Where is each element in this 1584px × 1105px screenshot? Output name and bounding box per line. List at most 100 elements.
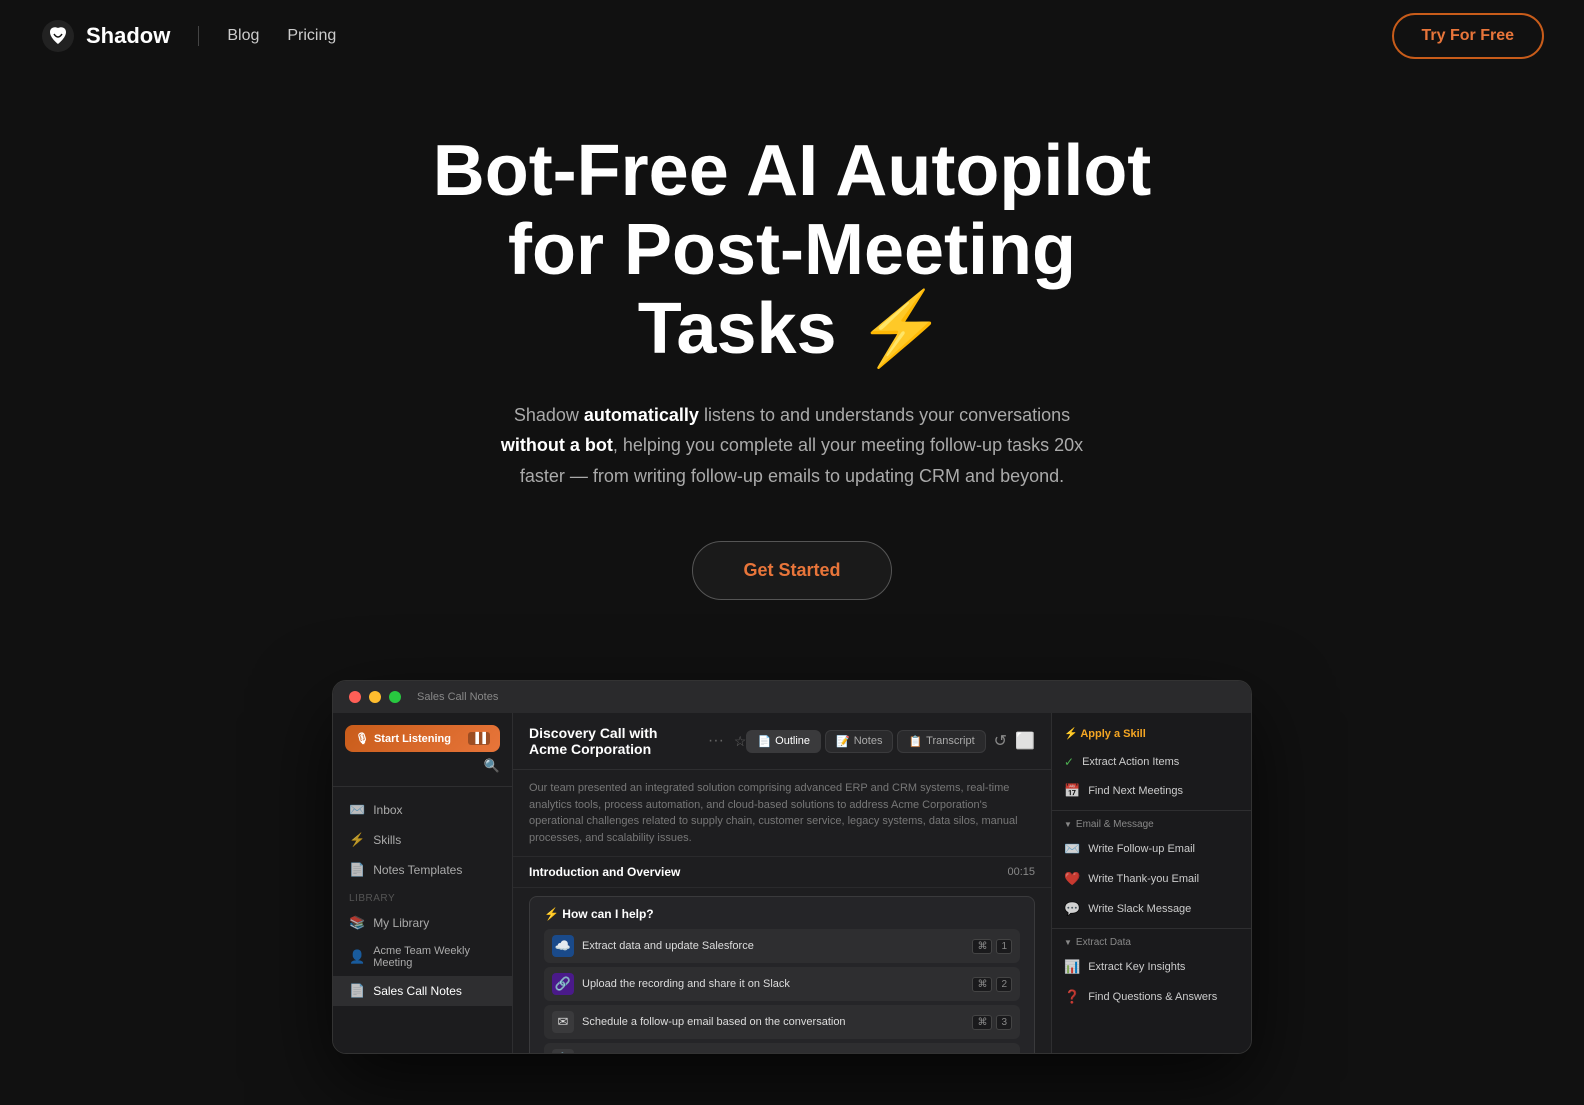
window-maximize-dot	[389, 691, 401, 703]
lightning-icon: ⚡	[857, 289, 947, 369]
slack-message-icon: 💬	[1064, 901, 1080, 917]
skill-section-email-label: Email & Message	[1076, 819, 1154, 830]
section-header: Introduction and Overview 00:15	[513, 857, 1051, 888]
meeting-star-button[interactable]: ☆	[734, 733, 747, 750]
sidebar-nav: ✉️ Inbox ⚡ Skills 📄 Notes Templates	[333, 795, 512, 885]
skill-section-email[interactable]: ▼ Email & Message	[1052, 815, 1251, 834]
sidebar-item-my-library[interactable]: 📚 My Library	[333, 908, 512, 938]
app-mockup: Sales Call Notes 🎙 Start Listening ▐▐	[312, 680, 1272, 1054]
tab-notes[interactable]: 📝 Notes	[825, 730, 893, 753]
skill-label-write-thankyou: Write Thank-you Email	[1088, 873, 1199, 885]
right-panel: ⚡ Apply a Skill ✓ Extract Action Items 📅…	[1051, 713, 1251, 1053]
logo[interactable]: Shadow	[40, 18, 170, 54]
mic-icon: 🎙	[355, 732, 369, 745]
hero-headline: Bot-Free AI Autopilot for Post-Meeting T…	[342, 132, 1242, 370]
notes-templates-icon: 📄	[349, 862, 365, 878]
blog-link[interactable]: Blog	[227, 27, 259, 45]
skill-extract-action-items[interactable]: ✓ Extract Action Items	[1052, 748, 1251, 776]
action-item-slack[interactable]: 🔗 Upload the recording and share it on S…	[544, 967, 1020, 1001]
try-for-free-button[interactable]: Try For Free	[1392, 13, 1544, 59]
skill-write-slack-message[interactable]: 💬 Write Slack Message	[1052, 894, 1251, 924]
meeting-title-row: Discovery Call with Acme Corporation ···…	[529, 725, 746, 757]
action-shortcut-3: ⌘3	[972, 1015, 1012, 1030]
window-title-label: Sales Call Notes	[417, 691, 498, 703]
skill-write-followup-email[interactable]: ✉️ Write Follow-up Email	[1052, 834, 1251, 864]
skill-section-extract-label: Extract Data	[1076, 937, 1131, 948]
sidebar-item-skills-label: Skills	[373, 833, 401, 847]
email-icon: ✉	[552, 1011, 574, 1033]
sidebar-item-skills[interactable]: ⚡ Skills	[333, 825, 512, 855]
refresh-button[interactable]: ↺	[994, 731, 1007, 751]
main-header: Discovery Call with Acme Corporation ···…	[513, 713, 1051, 770]
bold-automatically: automatically	[584, 405, 699, 425]
sidebar: 🎙 Start Listening ▐▐ 🔍 ✉️ Inbox	[333, 713, 513, 1053]
logo-text: Shadow	[86, 23, 170, 49]
skill-write-thankyou-email[interactable]: ❤️ Write Thank-you Email	[1052, 864, 1251, 894]
sidebar-item-acme-label: Acme Team Weekly Meeting	[373, 945, 496, 969]
skill-label-find-next-meetings: Find Next Meetings	[1088, 785, 1183, 797]
calendar-icon: 📅	[1064, 783, 1080, 799]
nav-left: Shadow Blog Pricing	[40, 18, 336, 54]
sidebar-item-my-library-label: My Library	[373, 916, 429, 930]
chevron-down-icon: ▼	[1064, 820, 1072, 829]
heart-icon: ❤️	[1064, 871, 1080, 887]
action-shortcut-1: ⌘1	[972, 939, 1012, 954]
window-minimize-dot	[369, 691, 381, 703]
start-listening-button[interactable]: 🎙 Start Listening ▐▐	[345, 725, 500, 752]
meeting-menu-button[interactable]: ···	[708, 732, 724, 750]
slack-icon: 🔗	[552, 973, 574, 995]
navbar: Shadow Blog Pricing Try For Free	[0, 0, 1584, 72]
bold-without-a-bot: without a bot	[501, 435, 613, 455]
skill-label-extract-insights: Extract Key Insights	[1088, 961, 1185, 973]
tab-transcript[interactable]: 📋 Transcript	[897, 730, 985, 753]
skill-find-questions-answers[interactable]: ❓ Find Questions & Answers	[1052, 982, 1251, 1012]
panel-divider-1	[1052, 810, 1251, 811]
header-right: 📄 Outline 📝 Notes 📋 Transcript ↺ ⬜	[746, 730, 1035, 753]
headline-line1: Bot-Free AI Autopilot	[433, 131, 1152, 211]
main-content-panel: Discovery Call with Acme Corporation ···…	[513, 713, 1051, 1053]
sidebar-item-inbox[interactable]: ✉️ Inbox	[333, 795, 512, 825]
skill-extract-key-insights[interactable]: 📊 Extract Key Insights	[1052, 952, 1251, 982]
get-started-button[interactable]: Get Started	[692, 541, 891, 600]
listening-controls: ▐▐	[468, 732, 490, 745]
action-shortcut-2: ⌘2	[972, 977, 1012, 992]
email-followup-icon: ✉️	[1064, 841, 1080, 857]
hero-description: Shadow automatically listens to and unde…	[492, 400, 1092, 492]
headline-line2: for Post-Meeting	[508, 210, 1076, 290]
sidebar-item-notes-templates-label: Notes Templates	[373, 863, 462, 877]
insights-icon: 📊	[1064, 959, 1080, 975]
window-close-dot	[349, 691, 361, 703]
pricing-link[interactable]: Pricing	[287, 27, 336, 45]
section-title: Introduction and Overview	[529, 865, 680, 879]
action-item-report[interactable]: 📋 Draft a report using the BANT qualific…	[544, 1043, 1020, 1053]
action-label-slack: Upload the recording and share it on Sla…	[582, 978, 790, 990]
meeting-summary: Our team presented an integrated solutio…	[513, 770, 1051, 857]
action-item-email[interactable]: ✉ Schedule a follow-up email based on th…	[544, 1005, 1020, 1039]
skill-section-extract[interactable]: ▼ Extract Data	[1052, 933, 1251, 952]
sidebar-item-sales-label: Sales Call Notes	[373, 984, 462, 998]
nav-divider	[198, 26, 199, 46]
sidebar-item-sales-call[interactable]: 📄 Sales Call Notes	[333, 976, 512, 1006]
skill-label-write-followup: Write Follow-up Email	[1088, 843, 1195, 855]
window-titlebar: Sales Call Notes	[333, 681, 1251, 713]
sidebar-item-notes-templates[interactable]: 📄 Notes Templates	[333, 855, 512, 885]
action-label-email: Schedule a follow-up email based on the …	[582, 1016, 846, 1028]
skill-label-find-qa: Find Questions & Answers	[1088, 991, 1217, 1003]
sidebar-item-inbox-label: Inbox	[373, 803, 402, 817]
start-listening-label: Start Listening	[374, 733, 451, 745]
action-item-salesforce[interactable]: ☁️ Extract data and update Salesforce ⌘1	[544, 929, 1020, 963]
sidebar-search-icon[interactable]: 🔍	[484, 758, 500, 774]
team-icon: 👤	[349, 949, 365, 965]
skill-find-next-meetings[interactable]: 📅 Find Next Meetings	[1052, 776, 1251, 806]
outline-tab-icon: 📄	[757, 735, 771, 748]
salesforce-icon: ☁️	[552, 935, 574, 957]
notes-tab-icon: 📝	[836, 735, 850, 748]
headline-line3: Tasks ⚡	[638, 289, 946, 369]
tab-group: 📄 Outline 📝 Notes 📋 Transcript	[746, 730, 985, 753]
tab-outline[interactable]: 📄 Outline	[746, 730, 821, 753]
inbox-icon: ✉️	[349, 802, 365, 818]
skills-icon: ⚡	[349, 832, 365, 848]
ai-prompt-box: ⚡ How can I help? ☁️ Extract data and up…	[529, 896, 1035, 1053]
export-button[interactable]: ⬜	[1015, 731, 1035, 751]
sidebar-item-acme-team[interactable]: 👤 Acme Team Weekly Meeting	[333, 938, 512, 976]
